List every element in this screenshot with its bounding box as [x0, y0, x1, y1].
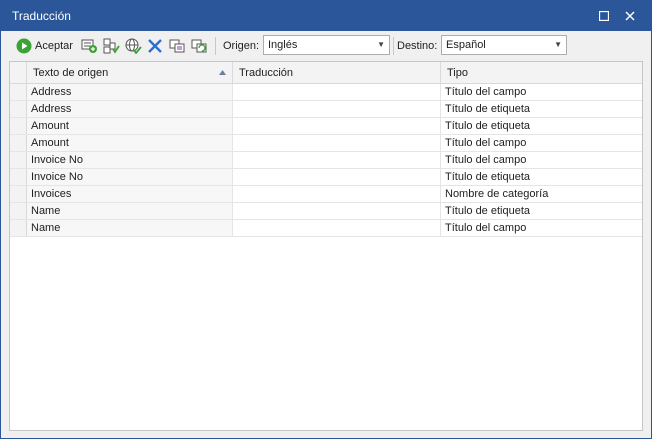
translation-cell[interactable] [233, 169, 441, 185]
delete-icon [148, 39, 162, 53]
table-row[interactable]: Amount Título de etiqueta [10, 118, 642, 135]
table-row[interactable]: Amount Título del campo [10, 135, 642, 152]
table-row[interactable]: Address Título de etiqueta [10, 101, 642, 118]
replace-icon [169, 39, 185, 53]
replace-button[interactable] [169, 35, 186, 57]
sort-ascending-icon [219, 70, 226, 75]
import-translation-icon [81, 39, 97, 53]
table-row[interactable]: Address Título del campo [10, 84, 642, 101]
type-cell: Título del campo [445, 222, 527, 234]
translation-cell[interactable] [233, 152, 441, 168]
delete-button[interactable] [147, 35, 163, 57]
type-cell: Título de etiqueta [445, 120, 531, 132]
source-text-cell: Invoice No [27, 152, 233, 168]
type-cell: Título de etiqueta [445, 103, 531, 115]
column-header-translation[interactable]: Traducción [233, 62, 441, 83]
accept-button[interactable]: Aceptar [16, 35, 73, 57]
source-text-cell: Address [27, 84, 233, 100]
window-title: Traducción [12, 9, 71, 23]
target-language-value: Español [446, 39, 486, 51]
toolbar-separator [393, 37, 394, 55]
source-text-cell: Amount [27, 135, 233, 151]
export-translation-button[interactable] [103, 35, 120, 57]
refresh-translation-button[interactable] [191, 35, 208, 57]
source-text-cell: Name [27, 203, 233, 219]
close-button[interactable] [621, 7, 639, 25]
row-indicator [10, 152, 27, 168]
source-text-cell: Invoices [27, 186, 233, 202]
translation-grid[interactable]: Texto de origen Traducción Tipo Address … [9, 61, 643, 431]
row-indicator [10, 118, 27, 134]
type-cell: Título de etiqueta [445, 205, 531, 217]
toolbar-separator [215, 37, 216, 55]
globe-icon [125, 38, 142, 54]
accept-label: Aceptar [35, 40, 73, 52]
source-language-select[interactable]: Inglés ▼ [263, 35, 390, 55]
row-indicator [10, 135, 27, 151]
row-indicator [10, 220, 27, 236]
translation-cell[interactable] [233, 203, 441, 219]
type-cell: Título de etiqueta [445, 171, 531, 183]
column-header-type[interactable]: Tipo [441, 62, 642, 83]
table-row[interactable]: Invoices Nombre de categoría [10, 186, 642, 203]
type-cell: Título del campo [445, 137, 527, 149]
translation-dialog: Traducción Aceptar Origen: Inglés ▼ Dest… [0, 0, 652, 439]
toolbar: Aceptar Origen: Inglés ▼ Destino: Españo… [1, 32, 651, 60]
source-text-cell: Name [27, 220, 233, 236]
source-language-value: Inglés [268, 39, 298, 51]
type-cell: Título del campo [445, 154, 527, 166]
source-text-cell: Amount [27, 118, 233, 134]
target-language-select[interactable]: Español ▼ [441, 35, 567, 55]
translation-cell[interactable] [233, 101, 441, 117]
chevron-down-icon: ▼ [554, 40, 562, 49]
target-language-label: Destino: [397, 40, 438, 52]
chevron-down-icon: ▼ [377, 40, 385, 49]
column-header-translation-label: Traducción [239, 67, 294, 79]
table-row[interactable]: Name Título de etiqueta [10, 203, 642, 220]
export-translation-icon [103, 38, 120, 54]
table-row[interactable]: Invoice No Título del campo [10, 152, 642, 169]
type-cell: Título del campo [445, 86, 527, 98]
play-icon [16, 38, 32, 54]
row-indicator [10, 101, 27, 117]
row-indicator [10, 84, 27, 100]
column-header-source[interactable]: Texto de origen [27, 62, 233, 83]
translation-cell[interactable] [233, 135, 441, 151]
row-indicator [10, 169, 27, 185]
source-language-label: Origen: [223, 40, 260, 52]
column-header-type-label: Tipo [447, 67, 468, 79]
table-row[interactable]: Invoice No Título de etiqueta [10, 169, 642, 186]
column-header-source-label: Texto de origen [33, 67, 109, 79]
translation-cell[interactable] [233, 186, 441, 202]
source-text-cell: Address [27, 101, 233, 117]
row-indicator-header [10, 62, 27, 83]
maximize-button[interactable] [595, 7, 613, 25]
title-bar[interactable]: Traducción [1, 1, 651, 31]
table-row[interactable]: Name Título del campo [10, 220, 642, 237]
translation-cell[interactable] [233, 220, 441, 236]
row-indicator [10, 186, 27, 202]
grid-header: Texto de origen Traducción Tipo [10, 62, 642, 84]
close-icon [625, 11, 635, 21]
refresh-translation-icon [191, 39, 207, 53]
row-indicator [10, 203, 27, 219]
translation-cell[interactable] [233, 118, 441, 134]
translation-cell[interactable] [233, 84, 441, 100]
online-translate-button[interactable] [125, 35, 142, 57]
maximize-icon [598, 10, 610, 22]
import-translation-button[interactable] [81, 35, 98, 57]
source-text-cell: Invoice No [27, 169, 233, 185]
type-cell: Nombre de categoría [445, 188, 549, 200]
